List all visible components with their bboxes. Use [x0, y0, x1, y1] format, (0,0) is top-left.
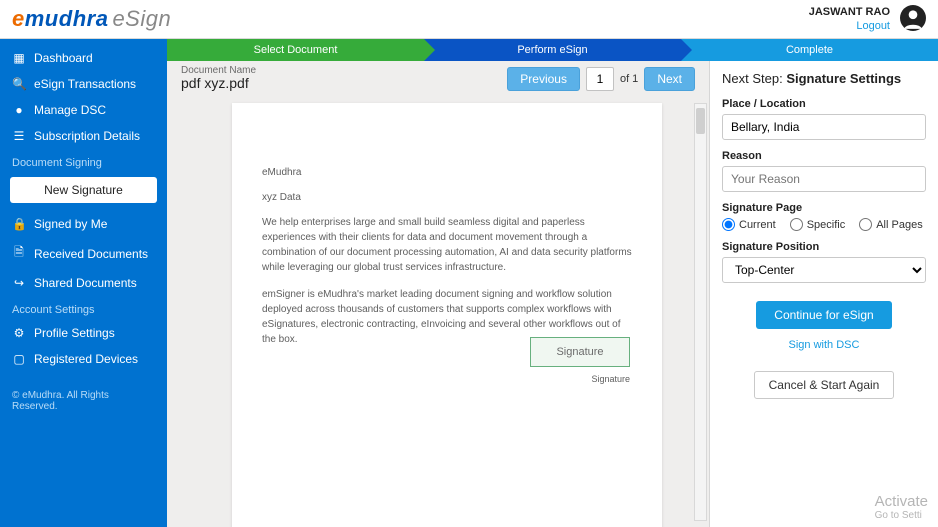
page-number-input[interactable] — [586, 67, 614, 91]
step-complete[interactable]: Complete — [681, 39, 938, 61]
list-icon: ☰ — [12, 129, 26, 143]
logo-part-mudhra: mudhra — [25, 6, 109, 31]
sidebar-item-label: Manage DSC — [34, 103, 106, 117]
sign-with-dsc-link[interactable]: Sign with DSC — [722, 339, 926, 351]
user-name: JASWANT RAO — [809, 6, 890, 18]
logo: emudhraeSign — [12, 6, 171, 32]
avatar-icon[interactable] — [900, 5, 926, 34]
lock-icon: 🔒 — [12, 217, 26, 231]
sidebar: ▦ Dashboard 🔍 eSign Transactions ● Manage D… — [0, 39, 167, 527]
logo-part-esign: eSign — [112, 6, 171, 31]
search-icon: 🔍 — [12, 77, 26, 91]
step-select-document[interactable]: Select Document — [167, 39, 424, 61]
sidebar-item-label: Shared Documents — [34, 276, 137, 290]
document-scroll-area[interactable]: eMudhra xyz Data We help enterprises lar… — [167, 97, 709, 527]
new-signature-button[interactable]: New Signature — [10, 177, 157, 203]
logout-link[interactable]: Logout — [856, 20, 890, 32]
section-account-settings: Account Settings — [0, 296, 167, 320]
sidebar-item-label: eSign Transactions — [34, 77, 136, 91]
continue-for-esign-button[interactable]: Continue for eSign — [756, 301, 891, 329]
sidebar-item-registered-devices[interactable]: ▢ Registered Devices — [0, 346, 167, 372]
signature-placeholder[interactable]: Signature — [530, 337, 630, 367]
main-area: Select Document Perform eSign Complete D… — [167, 39, 938, 527]
scrollbar[interactable] — [694, 103, 707, 521]
user-area: JASWANT RAO Logout — [809, 5, 926, 34]
panel-title: Next Step: Signature Settings — [722, 71, 926, 86]
dashboard-icon: ▦ — [12, 51, 26, 65]
signature-position-label: Signature Position — [722, 241, 926, 253]
app-header: emudhraeSign JASWANT RAO Logout — [0, 0, 938, 39]
doc-heading-1: eMudhra — [262, 165, 632, 180]
document-area: Document Name pdf xyz.pdf Previous of 1 … — [167, 61, 710, 527]
settings-panel: Next Step: Signature Settings Place / Lo… — [710, 61, 938, 527]
signature-page-label: Signature Page — [722, 202, 926, 214]
sidebar-item-label: Dashboard — [34, 51, 93, 65]
document-toolbar: Document Name pdf xyz.pdf Previous of 1 … — [167, 61, 709, 97]
device-icon: ▢ — [12, 352, 26, 366]
document-icon: 🗎 — [12, 243, 26, 264]
sidebar-item-received-documents[interactable]: 🗎 Received Documents — [0, 237, 167, 270]
place-location-label: Place / Location — [722, 98, 926, 110]
pager: Previous of 1 Next — [507, 67, 695, 91]
copyright: © eMudhra. All Rights Reserved. — [0, 372, 167, 430]
doc-heading-2: xyz Data — [262, 190, 632, 205]
signature-caption: Signature — [591, 373, 630, 387]
doc-paragraph: We help enterprises large and small buil… — [262, 215, 632, 275]
signature-page-radios: Current Specific All Pages — [722, 218, 926, 231]
sidebar-item-label: Registered Devices — [34, 352, 138, 366]
radio-specific[interactable]: Specific — [790, 218, 846, 231]
place-location-input[interactable] — [722, 114, 926, 140]
scrollbar-thumb[interactable] — [696, 108, 705, 134]
sidebar-item-label: Received Documents — [34, 247, 148, 261]
previous-button[interactable]: Previous — [507, 67, 580, 91]
sidebar-item-label: Profile Settings — [34, 326, 115, 340]
radio-current[interactable]: Current — [722, 218, 776, 231]
radio-current-input[interactable] — [722, 218, 735, 231]
next-button[interactable]: Next — [644, 67, 695, 91]
page-total-text: of 1 — [620, 73, 638, 85]
cancel-start-again-button[interactable]: Cancel & Start Again — [754, 371, 895, 399]
section-document-signing: Document Signing — [0, 149, 167, 173]
sidebar-item-label: Signed by Me — [34, 217, 107, 231]
sidebar-item-shared-documents[interactable]: ↪ Shared Documents — [0, 270, 167, 296]
step-bar: Select Document Perform eSign Complete — [167, 39, 938, 61]
sidebar-item-dashboard[interactable]: ▦ Dashboard — [0, 45, 167, 71]
sidebar-item-manage-dsc[interactable]: ● Manage DSC — [0, 97, 167, 123]
reason-input[interactable] — [722, 166, 926, 192]
step-perform-esign[interactable]: Perform eSign — [424, 39, 681, 61]
reason-label: Reason — [722, 150, 926, 162]
sidebar-item-profile-settings[interactable]: ⚙ Profile Settings — [0, 320, 167, 346]
user-info: JASWANT RAO Logout — [809, 6, 890, 32]
radio-specific-input[interactable] — [790, 218, 803, 231]
logo-part-e: e — [12, 6, 25, 31]
signature-position-select[interactable]: Top-Center — [722, 257, 926, 283]
sidebar-item-subscription-details[interactable]: ☰ Subscription Details — [0, 123, 167, 149]
share-icon: ↪ — [12, 276, 26, 290]
gear-icon: ⚙ — [12, 326, 26, 340]
document-page: eMudhra xyz Data We help enterprises lar… — [232, 103, 662, 527]
sidebar-item-signed-by-me[interactable]: 🔒 Signed by Me — [0, 211, 167, 237]
circle-icon: ● — [12, 103, 26, 117]
document-name: pdf xyz.pdf — [181, 76, 256, 91]
sidebar-item-label: Subscription Details — [34, 129, 140, 143]
sidebar-item-esign-transactions[interactable]: 🔍 eSign Transactions — [0, 71, 167, 97]
radio-all-pages[interactable]: All Pages — [859, 218, 922, 231]
radio-all-pages-input[interactable] — [859, 218, 872, 231]
